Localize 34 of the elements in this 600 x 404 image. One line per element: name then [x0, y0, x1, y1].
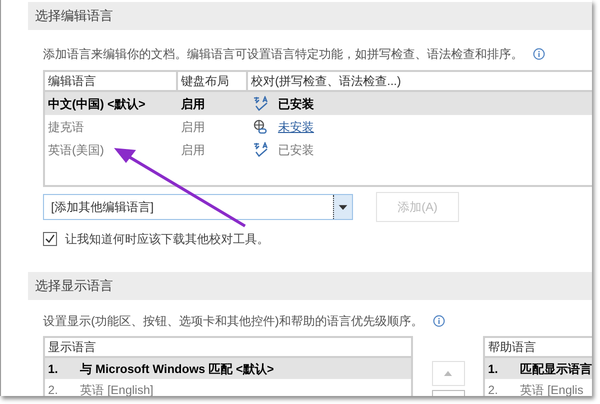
table-cell-text: 英语(美国) [47, 142, 105, 158]
table-cell-text: 启用 [180, 96, 206, 112]
up-arrow-icon [444, 371, 452, 376]
spellcheck-icon [253, 96, 269, 112]
globe-link-icon [253, 118, 269, 134]
info-icon [533, 48, 545, 60]
list-item[interactable]: 2. 英语 [Englis [485, 379, 592, 396]
checkbox[interactable] [43, 232, 57, 246]
install-link[interactable]: 未安装 [278, 118, 314, 136]
table-cell-text: 启用 [180, 142, 206, 158]
section-header: 选择显示语言 [28, 272, 592, 300]
table-cell-text: 启用 [180, 118, 206, 136]
description-text: 添加语言来编辑你的文档。编辑语言可设置语言特定功能，如拼写检查、语法检查和排序。 [43, 46, 523, 63]
language-dropdown[interactable]: [添加其他编辑语言] [43, 194, 353, 220]
table-row[interactable]: 中文(中国) <默认> 启用 已安装 [45, 92, 592, 115]
move-up-button[interactable] [432, 361, 464, 386]
column-header: 编辑语言 [45, 72, 178, 90]
table-row[interactable]: 捷克语 启用 未安装 [45, 115, 592, 138]
list-item[interactable]: 2. 英语 [English] [45, 379, 411, 396]
table-cell-text: 已安装 [278, 96, 314, 112]
description-text: 设置显示(功能区、按钮、选项卡和其他控件)和帮助的语言优先级顺序。 [43, 313, 423, 330]
table-cell-text: 已安装 [278, 142, 314, 158]
caret-icon [333, 195, 352, 219]
section-header: 选择编辑语言 [28, 2, 592, 30]
table-cell-text: 捷克语 [47, 118, 85, 136]
table-cell-text: 中文(中国) <默认> [47, 96, 146, 112]
table-row[interactable]: 英语(美国) 启用 已安装 [45, 138, 592, 161]
column-header: 键盘布局 [178, 72, 248, 90]
list-item[interactable]: 1. 匹配显示语言 [485, 358, 592, 379]
column-header: 校对(拼写检查、语法检查...) [250, 73, 402, 90]
spellcheck-icon [253, 142, 269, 158]
list-item[interactable]: 1. 与 Microsoft Windows 匹配 <默认> [45, 358, 411, 379]
checkbox-label[interactable]: 让我知道何时应该下载其他校对工具。 [65, 230, 269, 248]
info-icon [433, 315, 445, 327]
